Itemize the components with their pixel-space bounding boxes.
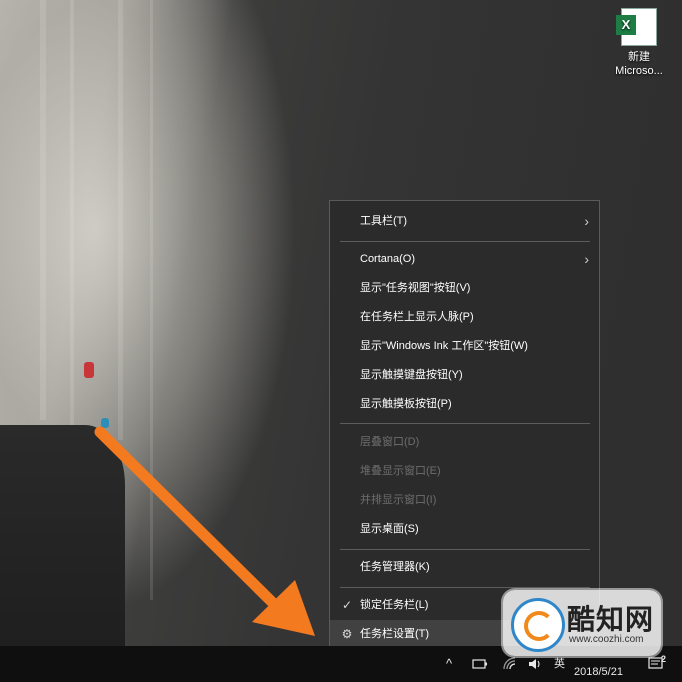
menu-item-label: Cortana(O): [360, 253, 416, 265]
gear-icon: ⚙: [341, 627, 353, 641]
menu-item-show-desktop[interactable]: 显示桌面(S): [330, 515, 599, 544]
menu-item-label: 并排显示窗口(I): [360, 494, 437, 506]
menu-item-label: 显示"任务视图"按钮(V): [360, 282, 471, 294]
rock-streak: [40, 0, 46, 420]
climber-figure-red: [84, 362, 94, 378]
menu-item-label: 显示桌面(S): [360, 523, 419, 535]
dark-rock-outcrop: [0, 425, 125, 646]
menu-separator: [340, 587, 590, 588]
menu-separator: [340, 241, 590, 242]
menu-item-show-task-view-button[interactable]: 显示"任务视图"按钮(V): [330, 274, 599, 303]
desktop-icon-new-excel[interactable]: X 新建 Microso...: [606, 8, 672, 78]
desktop-icon-label-line2: Microso...: [615, 65, 663, 77]
menu-item-show-people[interactable]: 在任务栏上显示人脉(P): [330, 303, 599, 332]
menu-item-show-touchpad[interactable]: 显示触摸板按钮(P): [330, 390, 599, 419]
menu-item-label: 任务栏设置(T): [360, 628, 430, 640]
menu-item-show-windows-ink[interactable]: 显示"Windows Ink 工作区"按钮(W): [330, 332, 599, 361]
volume-icon[interactable]: [528, 657, 542, 671]
menu-item-toolbars[interactable]: 工具栏(T) ›: [330, 207, 599, 236]
desktop-icon-label-line1: 新建: [628, 51, 650, 63]
taskbar-date[interactable]: 2018/5/21: [574, 666, 623, 678]
menu-item-label: 工具栏(T): [360, 215, 408, 227]
menu-item-show-touch-keyboard[interactable]: 显示触摸键盘按钮(Y): [330, 361, 599, 390]
menu-item-side-by-side-windows: 并排显示窗口(I): [330, 486, 599, 515]
excel-x-glyph: X: [616, 15, 636, 35]
chevron-right-icon: ›: [584, 251, 589, 267]
checkmark-icon: ✓: [341, 598, 353, 612]
menu-item-label: 显示触摸键盘按钮(Y): [360, 369, 463, 381]
menu-item-task-manager[interactable]: 任务管理器(K): [330, 553, 599, 582]
menu-item-cortana[interactable]: Cortana(O) ›: [330, 245, 599, 274]
menu-item-stack-windows: 堆叠显示窗口(E): [330, 457, 599, 486]
menu-item-cascade-windows: 层叠窗口(D): [330, 428, 599, 457]
menu-item-label: 堆叠显示窗口(E): [360, 465, 441, 477]
wifi-icon[interactable]: [502, 656, 518, 672]
rock-streak: [70, 0, 74, 430]
battery-icon[interactable]: [472, 657, 488, 671]
chevron-up-icon[interactable]: ^: [446, 646, 452, 682]
menu-item-label: 显示"Windows Ink 工作区"按钮(W): [360, 340, 528, 352]
watermark-brand: 酷知网: [567, 603, 655, 636]
menu-item-label: 显示触摸板按钮(P): [360, 398, 452, 410]
menu-item-label: 任务管理器(K): [360, 561, 430, 573]
watermark-url: www.coozhi.com: [569, 634, 644, 645]
menu-item-label: 层叠窗口(D): [360, 436, 420, 448]
excel-file-icon: X: [616, 8, 657, 46]
menu-item-label: 锁定任务栏(L): [360, 599, 429, 611]
menu-item-label: 在任务栏上显示人脉(P): [360, 311, 474, 323]
menu-separator: [340, 549, 590, 550]
watermark-logo-icon: [511, 598, 565, 652]
menu-separator: [340, 423, 590, 424]
rock-streak: [150, 0, 153, 600]
climber-figure-blue: [101, 418, 109, 428]
watermark: 酷知网 www.coozhi.com: [503, 590, 661, 656]
rock-streak: [118, 0, 123, 440]
taskbar-context-menu: 工具栏(T) › Cortana(O) › 显示"任务视图"按钮(V) 在任务栏…: [329, 200, 600, 649]
notification-count-badge: 2: [661, 654, 667, 664]
chevron-right-icon: ›: [584, 213, 589, 229]
